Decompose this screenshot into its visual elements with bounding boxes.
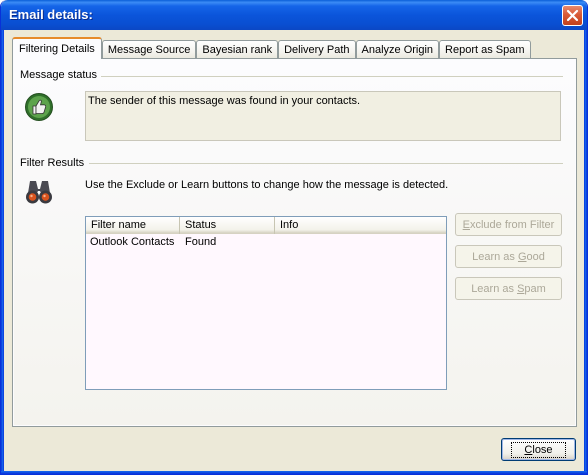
column-header-info[interactable]: Info [275,217,445,234]
column-label: Status [185,219,217,231]
tab-report-as-spam[interactable]: Report as Spam [439,40,531,59]
tab-label: Report as Spam [445,44,525,56]
filter-results-list[interactable]: Filter name Status Info Outlook Contacts… [85,216,447,390]
list-header: Filter name Status Info [86,217,446,234]
tab-label: Filtering Details [19,43,95,55]
window-title: Email details: [9,7,93,22]
message-status-box: The sender of this message was found in … [85,91,561,141]
filter-results-heading: Filter Results [20,157,85,169]
cell-status: Found [185,236,217,248]
tab-delivery-path[interactable]: Delivery Path [278,40,356,59]
message-status-divider [101,76,563,77]
title-bar[interactable]: Email details: [1,0,587,30]
tab-strip: Filtering Details Message Source Bayesia… [12,37,531,59]
email-details-window: Email details: Filtering Details Message… [0,0,588,475]
table-row[interactable]: Outlook Contacts Found [86,235,446,251]
tab-analyze-origin[interactable]: Analyze Origin [355,40,440,59]
tab-label: Delivery Path [284,44,350,56]
window-frame-left [1,30,4,474]
window-frame-right [584,30,587,474]
binoculars-icon [24,177,54,210]
tab-filtering-details[interactable]: Filtering Details [12,37,102,59]
learn-as-spam-button[interactable]: Learn as Spam [455,277,562,300]
tab-bayesian-rank[interactable]: Bayesian rank [196,40,279,59]
column-label: Info [280,219,299,231]
tab-panel-filtering-details: Message status The sender of this messag… [12,58,577,427]
cell-info [276,235,436,236]
tab-message-source[interactable]: Message Source [101,40,197,59]
column-header-status[interactable]: Status [180,217,275,234]
thumbs-up-icon [24,92,54,125]
column-header-filter-name[interactable]: Filter name [86,217,180,234]
window-close-button[interactable] [562,5,583,26]
cell-filter-name: Outlook Contacts [90,236,175,248]
exclude-from-filter-button[interactable]: Exclude from Filter [455,213,562,236]
filter-results-hint: Use the Exclude or Learn buttons to chan… [85,179,449,191]
close-icon [566,9,579,22]
tab-label: Bayesian rank [202,44,273,56]
filter-results-divider [89,163,563,164]
tab-label: Analyze Origin [361,44,434,56]
message-status-heading: Message status [20,69,98,81]
window-frame-bottom [1,471,587,474]
column-label: Filter name [91,219,147,231]
tab-label: Message Source [107,44,191,56]
button-label: Close [511,441,566,458]
close-button[interactable]: Close [501,438,576,461]
button-label: Learn as Spam [471,282,546,295]
learn-as-good-button[interactable]: Learn as Good [455,245,562,268]
button-label: Learn as Good [472,250,545,263]
button-label: Exclude from Filter [462,218,555,231]
message-status-text: The sender of this message was found in … [88,95,361,107]
